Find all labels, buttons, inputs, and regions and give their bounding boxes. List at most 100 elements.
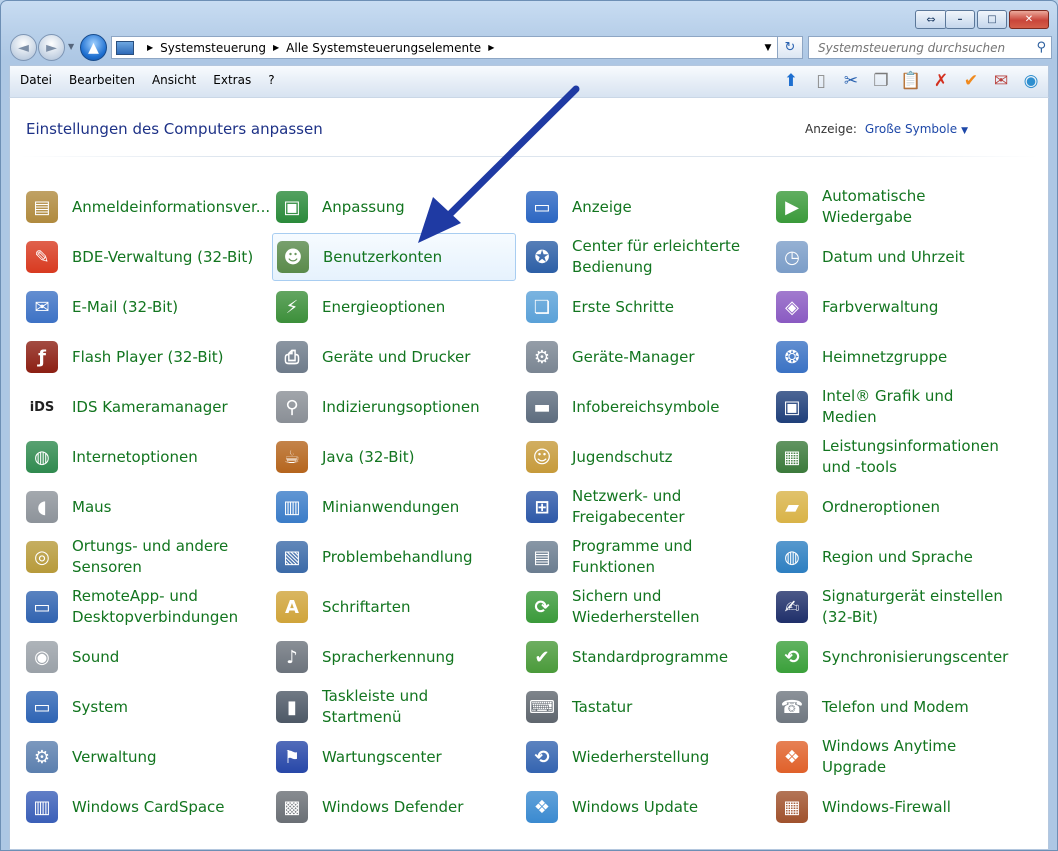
item-label[interactable]: Sound — [72, 647, 262, 668]
item-label[interactable]: Energieoptionen — [322, 297, 512, 318]
item-label[interactable]: Anzeige — [572, 197, 762, 218]
address-bar[interactable]: ▶ Systemsteuerung ▶ Alle Systemsteuerung… — [111, 36, 778, 59]
history-dropdown[interactable]: ▼ — [68, 42, 74, 51]
breadcrumb-all-items[interactable]: Alle Systemsteuerungselemente — [286, 41, 481, 55]
item-label[interactable]: Windows CardSpace — [72, 797, 262, 818]
control-panel-item[interactable]: ❂ Heimnetzgruppe — [772, 332, 1022, 382]
delete-icon[interactable]: ✗ — [930, 70, 952, 92]
control-panel-item[interactable]: ▭ System — [22, 682, 272, 732]
item-label[interactable]: Anmeldeinformationsver... — [72, 197, 270, 218]
control-panel-item[interactable]: ▶ Automatische Wiedergabe — [772, 182, 1022, 232]
control-panel-item[interactable]: ⟲ Synchronisierungscenter — [772, 632, 1022, 682]
item-label[interactable]: Heimnetzgruppe — [822, 347, 1012, 368]
control-panel-item[interactable]: ⚙ Geräte-Manager — [522, 332, 772, 382]
item-label[interactable]: Signaturgerät einstellen (32-Bit) — [822, 586, 1012, 628]
item-label[interactable]: Windows Defender — [322, 797, 512, 818]
item-label[interactable]: Spracherkennung — [322, 647, 512, 668]
item-label[interactable]: Minianwendungen — [322, 497, 512, 518]
item-label[interactable]: Datum und Uhrzeit — [822, 247, 1012, 268]
control-panel-item[interactable]: ▭ RemoteApp- und Desktopverbindungen — [22, 582, 272, 632]
control-panel-item[interactable]: ◎ Ortungs- und andere Sensoren — [22, 532, 272, 582]
control-panel-item[interactable]: ▰ Ordneroptionen — [772, 482, 1022, 532]
control-panel-item[interactable]: ▦ Leistungsinformationen und -tools — [772, 432, 1022, 482]
control-panel-item[interactable]: ▦ Windows-Firewall — [772, 782, 1022, 832]
back-button[interactable]: ◄ — [10, 34, 37, 61]
up-button[interactable]: ▲ — [80, 34, 107, 61]
item-label[interactable]: Flash Player (32-Bit) — [72, 347, 262, 368]
item-label[interactable]: Taskleiste und Startmenü — [322, 686, 512, 728]
control-panel-item[interactable]: ▤ Programme und Funktionen — [522, 532, 772, 582]
breadcrumb-systemsteuerung[interactable]: Systemsteuerung — [160, 41, 266, 55]
control-panel-item[interactable]: ⚑ Wartungscenter — [272, 732, 522, 782]
item-label[interactable]: Benutzerkonten — [323, 247, 513, 268]
control-panel-item[interactable]: ▭ Anzeige — [522, 182, 772, 232]
control-panel-item[interactable]: ƒ Flash Player (32-Bit) — [22, 332, 272, 382]
control-panel-item[interactable]: ▩ Windows Defender — [272, 782, 522, 832]
item-label[interactable]: Internetoptionen — [72, 447, 262, 468]
control-panel-item[interactable]: ✪ Center für erleichterte Bedienung — [522, 232, 772, 282]
item-label[interactable]: Tastatur — [572, 697, 762, 718]
item-label[interactable]: Maus — [72, 497, 262, 518]
minimize-button[interactable]: – — [945, 10, 975, 29]
check-icon[interactable]: ✔ — [960, 70, 982, 92]
item-label[interactable]: Anpassung — [322, 197, 512, 218]
menu-item[interactable]: Extras — [213, 73, 251, 87]
control-panel-item[interactable]: ◍ Internetoptionen — [22, 432, 272, 482]
paste-icon[interactable]: 📋 — [900, 70, 922, 92]
control-panel-item[interactable]: ✉ E-Mail (32-Bit) — [22, 282, 272, 332]
control-panel-item[interactable]: ❏ Erste Schritte — [522, 282, 772, 332]
control-panel-item[interactable]: ⟳ Sichern und Wiederherstellen — [522, 582, 772, 632]
breadcrumb-separator-icon[interactable]: ▶ — [273, 43, 279, 52]
item-label[interactable]: Windows Anytime Upgrade — [822, 736, 1012, 778]
item-label[interactable]: Ortungs- und andere Sensoren — [72, 536, 262, 578]
control-panel-item[interactable]: ▥ Windows CardSpace — [22, 782, 272, 832]
item-label[interactable]: IDS Kameramanager — [72, 397, 262, 418]
item-label[interactable]: Erste Schritte — [572, 297, 762, 318]
breadcrumb-separator-icon[interactable]: ▶ — [147, 43, 153, 52]
item-label[interactable]: Windows Update — [572, 797, 762, 818]
control-panel-item[interactable]: ◈ Farbverwaltung — [772, 282, 1022, 332]
menu-item[interactable]: ? — [268, 73, 274, 87]
view-dropdown[interactable]: Große Symbole — [865, 122, 957, 136]
menu-item[interactable]: Ansicht — [152, 73, 196, 87]
item-label[interactable]: RemoteApp- und Desktopverbindungen — [72, 586, 262, 628]
item-label[interactable]: Synchronisierungscenter — [822, 647, 1012, 668]
control-panel-item[interactable]: ◷ Datum und Uhrzeit — [772, 232, 1022, 282]
control-panel-item[interactable]: ⚡ Energieoptionen — [272, 282, 522, 332]
control-panel-item[interactable]: ☕ Java (32-Bit) — [272, 432, 522, 482]
close-button[interactable]: ✕ — [1009, 10, 1049, 29]
item-label[interactable]: Programme und Funktionen — [572, 536, 762, 578]
item-label[interactable]: Windows-Firewall — [822, 797, 1012, 818]
control-panel-item[interactable]: ⌨ Tastatur — [522, 682, 772, 732]
control-panel-item[interactable]: ♪ Spracherkennung — [272, 632, 522, 682]
breadcrumb-separator-icon[interactable]: ▶ — [488, 43, 494, 52]
control-panel-item[interactable]: iDS IDS Kameramanager — [22, 382, 272, 432]
menu-item[interactable]: Datei — [20, 73, 52, 87]
item-label[interactable]: Farbverwaltung — [822, 297, 1012, 318]
item-label[interactable]: Geräte und Drucker — [322, 347, 512, 368]
search-box[interactable]: ⚲ — [808, 36, 1052, 59]
item-label[interactable]: Geräte-Manager — [572, 347, 762, 368]
control-panel-item[interactable]: ☺ Jugendschutz — [522, 432, 772, 482]
item-label[interactable]: Automatische Wiedergabe — [822, 186, 1012, 228]
control-panel-item[interactable]: ✎ BDE-Verwaltung (32-Bit) — [22, 232, 272, 282]
menu-item[interactable]: Bearbeiten — [69, 73, 135, 87]
item-label[interactable]: Telefon und Modem — [822, 697, 1012, 718]
control-panel-item[interactable]: ☎ Telefon und Modem — [772, 682, 1022, 732]
item-label[interactable]: Schriftarten — [322, 597, 512, 618]
control-panel-item[interactable]: ⚙ Verwaltung — [22, 732, 272, 782]
control-panel-item[interactable]: ▣ Intel® Grafik und Medien — [772, 382, 1022, 432]
item-label[interactable]: Indizierungsoptionen — [322, 397, 512, 418]
mail-icon[interactable]: ✉ — [990, 70, 1012, 92]
control-panel-item[interactable]: ▣ Anpassung — [272, 182, 522, 232]
item-label[interactable]: BDE-Verwaltung (32-Bit) — [72, 247, 262, 268]
forward-button[interactable]: ► — [38, 34, 65, 61]
resize-button[interactable]: ⇔ — [915, 10, 947, 29]
item-label[interactable]: Netzwerk- und Freigabecenter — [572, 486, 762, 528]
control-panel-item[interactable]: ❖ Windows Update — [522, 782, 772, 832]
control-panel-item[interactable]: ◖ Maus — [22, 482, 272, 532]
control-panel-item[interactable]: ▬ Infobereichsymbole — [522, 382, 772, 432]
item-label[interactable]: Infobereichsymbole — [572, 397, 762, 418]
panel-icon[interactable]: ▯ — [810, 70, 832, 92]
up-icon[interactable]: ⬆ — [780, 70, 802, 92]
